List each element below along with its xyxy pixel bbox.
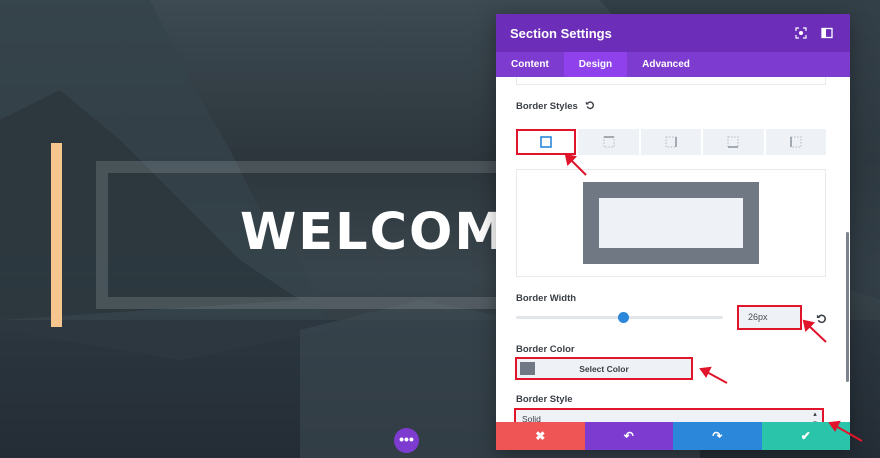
accent-bar [51,143,62,327]
reset-icon[interactable] [585,100,595,113]
border-styles-label: Border Styles [516,100,595,113]
border-style-options [516,129,827,155]
fullscreen-icon[interactable] [792,24,810,42]
border-all-sides-option[interactable] [516,129,577,155]
border-width-label: Border Width [516,293,577,304]
border-width-input[interactable]: 26px [737,305,802,330]
tab-advanced[interactable]: Advanced [627,52,705,77]
section-settings-modal: Section Settings Content Design Advanced… [496,14,850,450]
border-top-icon [603,136,615,148]
color-swatch [520,362,535,375]
modal-body[interactable]: Border Styles Border Width 26px Border C… [496,77,850,436]
border-all-icon [540,136,553,148]
sidebar-toggle-icon[interactable] [818,24,836,42]
border-right-icon [665,136,677,148]
border-bottom-icon [727,136,739,148]
undo-button[interactable]: ↶ [584,422,673,450]
redo-button[interactable]: ↷ [673,422,762,450]
modal-footer: ✖ ↶ ↷ ✔ [496,422,850,450]
border-color-label: Border Color [516,344,575,355]
select-color-label: Select Color [579,363,629,374]
border-styles-label-text: Border Styles [516,101,578,112]
tab-design[interactable]: Design [563,52,628,77]
save-button[interactable]: ✔ [761,422,850,450]
undo-icon[interactable] [816,311,827,329]
modal-title: Section Settings [510,25,612,41]
cancel-button[interactable]: ✖ [496,422,585,450]
border-preview [516,169,826,277]
tab-bar: Content Design Advanced [496,52,850,77]
border-style-label: Border Style [516,394,573,405]
border-right-option[interactable] [640,129,702,155]
border-left-icon [790,136,802,148]
previous-field-edge [516,77,826,85]
border-left-option[interactable] [765,129,827,155]
slider-handle[interactable] [618,312,629,323]
border-preview-inner [599,198,743,248]
scrollbar[interactable] [846,232,849,382]
tab-content[interactable]: Content [496,52,564,77]
select-color-button[interactable]: Select Color [515,357,693,380]
border-preview-outer [583,182,759,264]
more-options-button[interactable]: ••• [394,428,419,453]
border-bottom-option[interactable] [703,129,764,155]
welcome-heading: WELCOM [240,203,508,262]
modal-header: Section Settings [496,14,850,52]
border-top-option[interactable] [578,129,639,155]
